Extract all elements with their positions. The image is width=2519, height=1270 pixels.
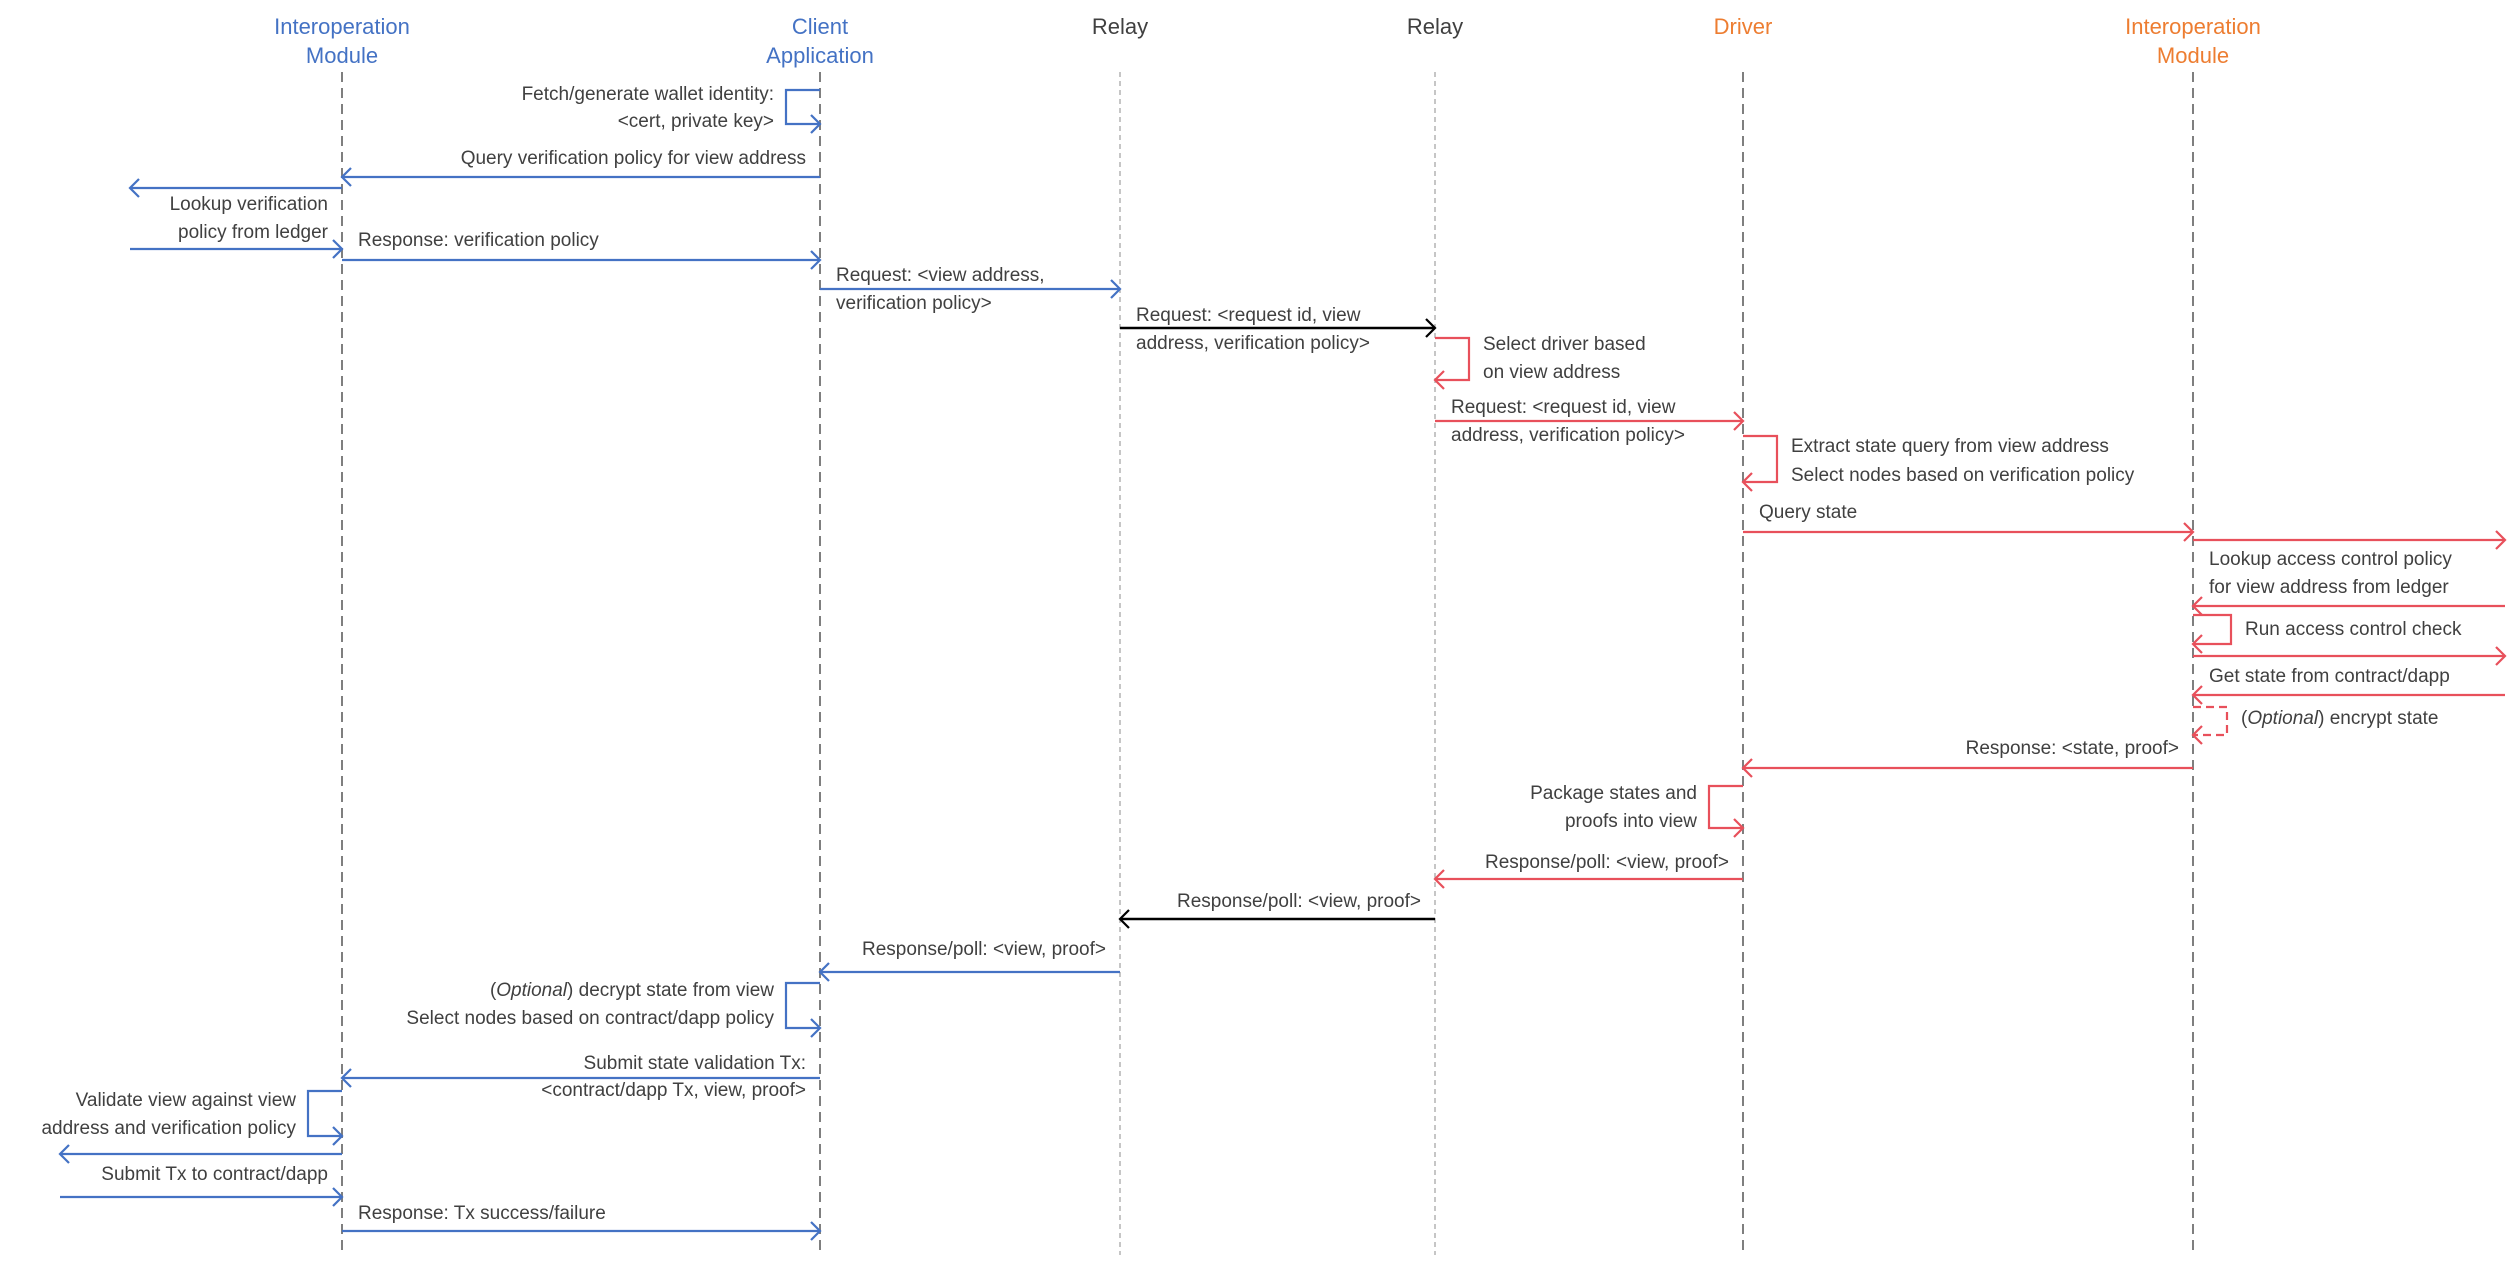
message-label: Validate view against view xyxy=(76,1090,297,1111)
message-external-out xyxy=(58,1144,342,1164)
message-label: proofs into view xyxy=(1565,811,1697,832)
message-label: for view address from ledger xyxy=(2209,577,2449,598)
self-call-loop xyxy=(1743,434,1779,484)
message-label: Select nodes based on verification polic… xyxy=(1791,465,2135,486)
message-arrow: Submit state validation Tx: <contract/dap… xyxy=(340,1053,820,1101)
message-label: Response: <state, proof> xyxy=(1966,738,2179,759)
participant-label-im-left: Interoperation xyxy=(274,14,410,39)
message-label: Extract state query from view address xyxy=(1791,436,2109,457)
message-label: address, verification policy> xyxy=(1451,425,1685,446)
message-arrow: Response/poll: <view, proof> xyxy=(1118,891,1435,929)
message-label: Lookup verification xyxy=(170,194,328,215)
participant-label-im-left: Module xyxy=(306,43,378,68)
message-note: Lookup access control policy for view add… xyxy=(2209,549,2452,598)
message-external-in xyxy=(2191,596,2505,616)
self-call-loop xyxy=(784,981,820,1030)
message-arrow: Response: <state, proof> xyxy=(1741,738,2193,778)
message-label: Query state xyxy=(1759,502,1857,523)
message-label: Response/poll: <view, proof> xyxy=(1177,891,1421,912)
message-label: on view address xyxy=(1483,362,1620,383)
message-self: Extract state query from view address Sel… xyxy=(1741,434,2135,492)
message-label: Response: Tx success/failure xyxy=(358,1203,606,1224)
message-label: Package states and xyxy=(1530,783,1697,804)
message-label: verification policy> xyxy=(836,293,992,314)
participant-headers: Interoperation Module Client Application Rel… xyxy=(274,14,2261,68)
message-arrow: Response: Tx success/failure xyxy=(342,1203,822,1241)
message-self: Run access control check xyxy=(2191,613,2462,654)
message-arrow: Query state xyxy=(1743,502,2195,542)
message-arrow: Request: <view address, verification poli… xyxy=(820,265,1122,314)
message-label: <contract/dapp Tx, view, proof> xyxy=(541,1080,806,1101)
message-note: Get state from contract/dapp xyxy=(2209,666,2450,687)
message-self: (Optional) decrypt state from view Select… xyxy=(406,980,822,1038)
messages: Fetch/generate wallet identity: <cert, pr… xyxy=(41,84,2507,1241)
message-label: (Optional) decrypt state from view xyxy=(490,980,774,1001)
message-label: address and verification policy xyxy=(41,1118,296,1139)
message-label: policy from ledger xyxy=(178,222,329,243)
message-label: Select driver based xyxy=(1483,334,1646,355)
message-self: Fetch/generate wallet identity: <cert, pr… xyxy=(522,84,822,134)
message-arrow: Response: verification policy xyxy=(342,230,822,270)
participant-label-relay-2: Relay xyxy=(1407,14,1463,39)
message-note: Submit Tx to contract/dapp xyxy=(101,1164,328,1185)
message-note: Lookup verification policy from ledger xyxy=(170,194,329,243)
self-call-loop xyxy=(306,1089,342,1138)
message-arrow: Query verification policy for view addre… xyxy=(340,148,820,187)
participant-label-client: Client xyxy=(792,14,848,39)
message-label: Request: <request id, view xyxy=(1136,305,1361,326)
message-label: Select nodes based on contract/dapp poli… xyxy=(406,1008,774,1029)
message-external-out xyxy=(2193,646,2507,666)
message-label: Response/poll: <view, proof> xyxy=(1485,852,1729,873)
participant-label-driver: Driver xyxy=(1714,14,1773,39)
message-label: Response/poll: <view, proof> xyxy=(862,939,1106,960)
message-label: Submit Tx to contract/dapp xyxy=(101,1164,328,1185)
message-label: Submit state validation Tx: xyxy=(584,1053,806,1074)
message-label: Run access control check xyxy=(2245,619,2462,640)
message-arrow: Request: <request id, view address, verif… xyxy=(1435,397,1745,446)
participant-label-client: Application xyxy=(766,43,874,68)
message-label: Lookup access control policy xyxy=(2209,549,2452,570)
participant-label-relay-1: Relay xyxy=(1092,14,1148,39)
sequence-diagram: Interoperation Module Client Application Rel… xyxy=(41,14,2507,1255)
message-self: Validate view against view address and ve… xyxy=(41,1089,344,1146)
message-arrow: Request: <request id, view address, verif… xyxy=(1120,305,1437,354)
message-arrow: Response/poll: <view, proof> xyxy=(818,939,1120,982)
message-label: <cert, private key> xyxy=(618,111,774,132)
participant-label-im-right: Module xyxy=(2157,43,2229,68)
message-external-in xyxy=(60,1187,344,1207)
message-label: Query verification policy for view addre… xyxy=(461,148,806,169)
message-label: Request: <request id, view xyxy=(1451,397,1676,418)
message-label: (Optional) encrypt state xyxy=(2241,708,2439,729)
message-label: address, verification policy> xyxy=(1136,333,1370,354)
message-arrow: Response/poll: <view, proof> xyxy=(1433,852,1743,889)
participant-label-im-right: Interoperation xyxy=(2125,14,2261,39)
message-label: Response: verification policy xyxy=(358,230,599,251)
message-self: (Optional) encrypt state xyxy=(2191,705,2439,745)
message-external-in xyxy=(2191,685,2505,705)
message-external-out xyxy=(2193,530,2507,550)
message-self: Select driver based on view address xyxy=(1433,334,1646,390)
message-label: Request: <view address, xyxy=(836,265,1045,286)
message-self: Package states and proofs into view xyxy=(1530,783,1745,838)
message-label: Get state from contract/dapp xyxy=(2209,666,2450,687)
message-label: Fetch/generate wallet identity: xyxy=(522,84,774,105)
